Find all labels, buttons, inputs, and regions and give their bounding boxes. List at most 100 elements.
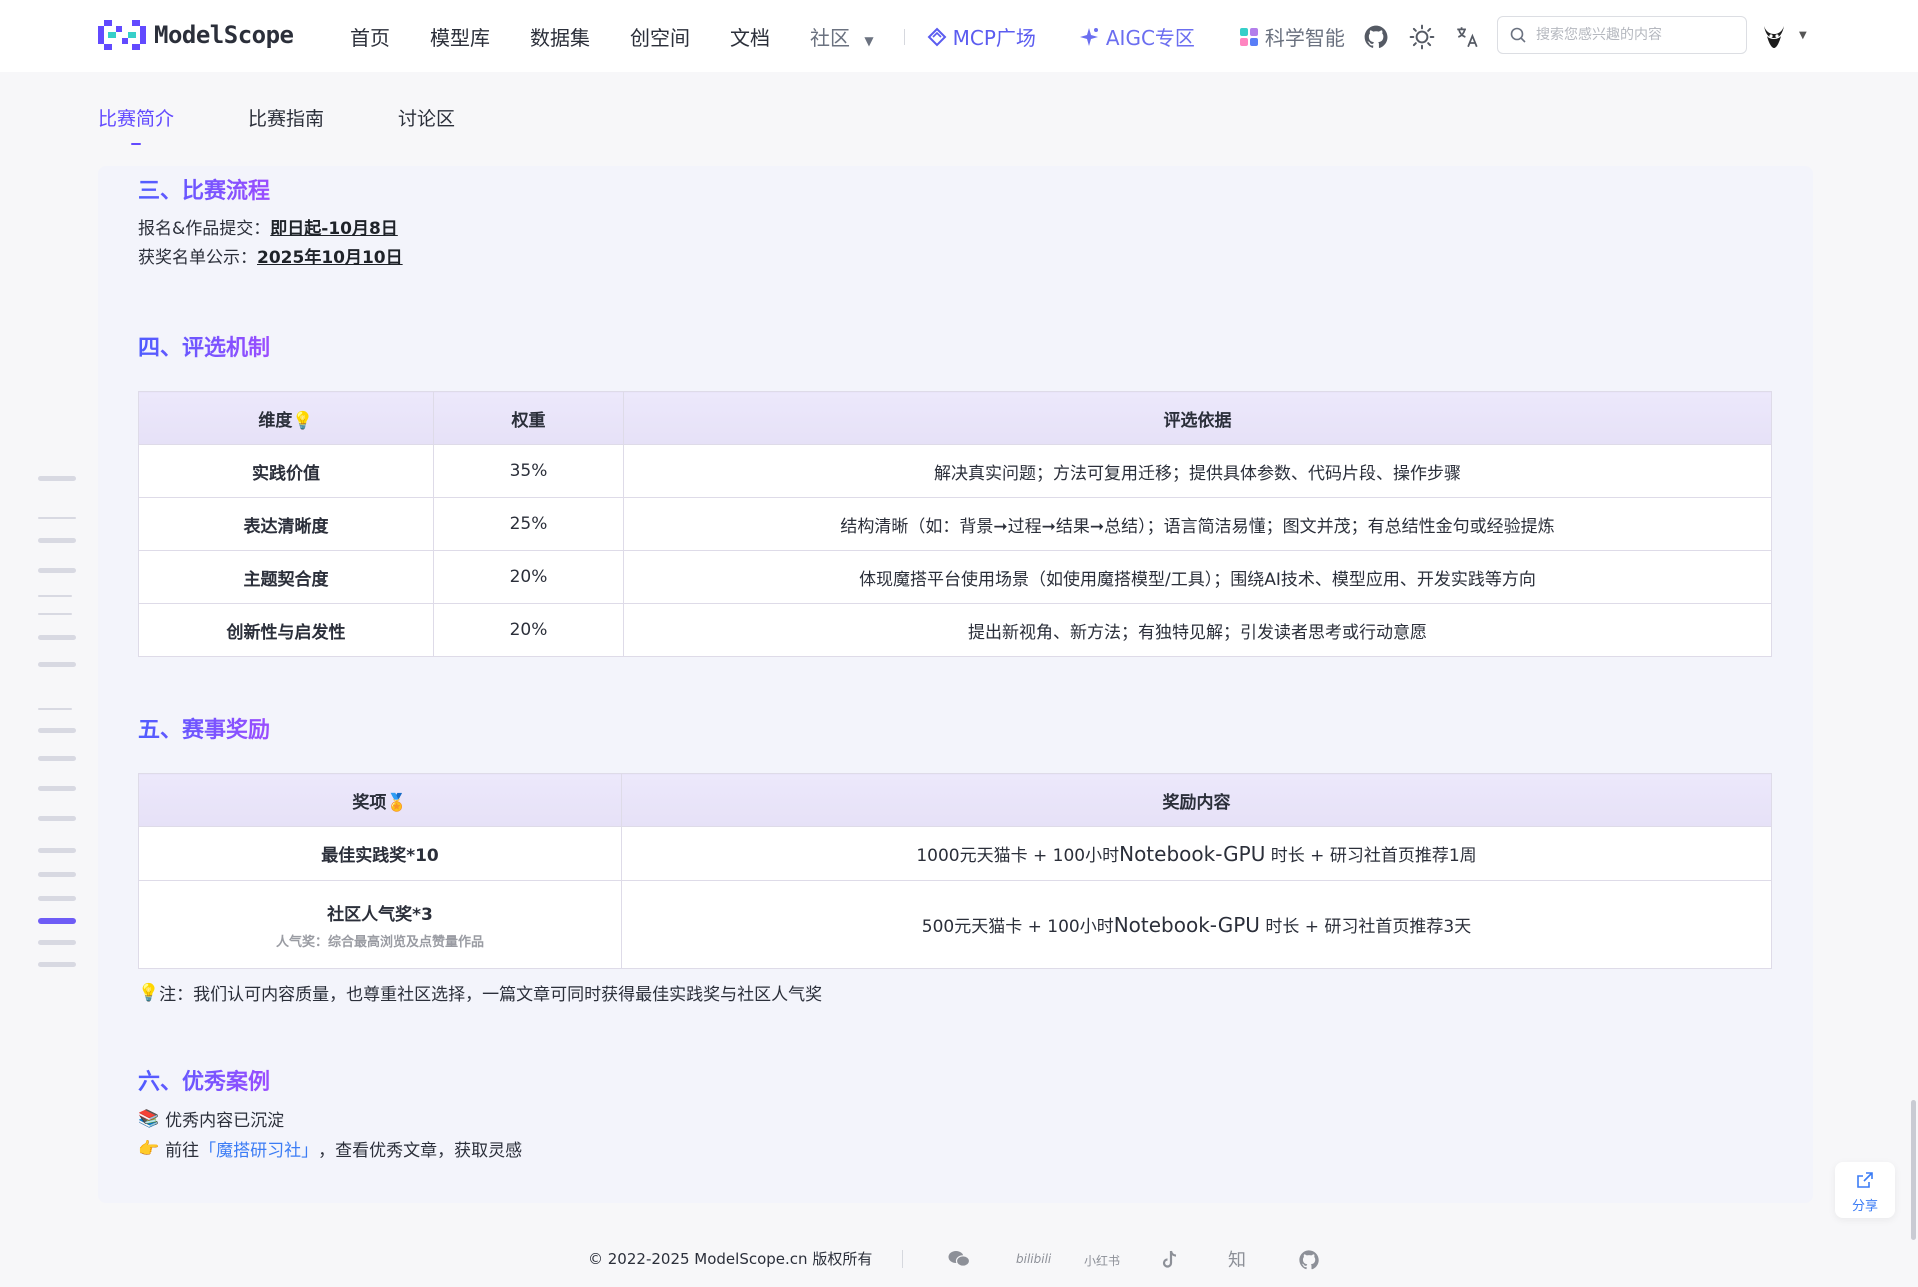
outline-item[interactable] (38, 517, 76, 519)
xiaohongshu-icon[interactable]: 小红书 (1084, 1252, 1120, 1269)
showcase-text: 优秀内容已沉淀 (165, 1111, 285, 1131)
outline-item[interactable] (38, 708, 72, 710)
competition-tabs: 比赛简介 比赛指南 讨论区 (98, 104, 529, 145)
outline-item[interactable] (38, 786, 76, 791)
copyright-text: © 2022-2025 ModelScope.cn 版权所有 (588, 1250, 873, 1268)
tab-discussion[interactable]: 讨论区 (398, 104, 455, 131)
award-content-suffix: 时长 + 研习社首页推荐1周 (1265, 846, 1477, 866)
process-label: 获奖名单公示： (138, 248, 257, 268)
github-footer-icon[interactable] (1298, 1249, 1320, 1271)
nav-aigc[interactable]: AIGC专区 (1079, 22, 1195, 51)
outline-item[interactable] (38, 595, 72, 597)
logo-text: ModelScope (154, 21, 294, 49)
table-cell: 主题契合度 (138, 550, 434, 604)
table-row: 主题契合度 20% 体现魔搭平台使用场景（如使用魔搭模型/工具）；围绕AI技术、… (138, 550, 1772, 604)
nav-studios[interactable]: 创空间 (630, 22, 690, 51)
footer-divider (902, 1250, 903, 1268)
showcase-line-1: 📚 优秀内容已沉淀 (138, 1106, 285, 1132)
table-header: 评选依据 (623, 391, 1772, 445)
bilibili-icon[interactable]: bilibili (1016, 1252, 1051, 1266)
table-header-row: 奖项🏅 奖励内容 (138, 773, 1772, 827)
search-box[interactable] (1497, 16, 1747, 54)
language-switch-icon[interactable] (1454, 24, 1480, 50)
outline-item[interactable] (38, 872, 76, 877)
outline-item[interactable] (38, 728, 76, 733)
outline-item[interactable] (38, 613, 72, 615)
nav-mcp[interactable]: MCP广场 (927, 22, 1036, 51)
outline-item[interactable] (38, 538, 76, 543)
award-content-highlight: Notebook-GPU (1119, 842, 1266, 866)
outline-item[interactable] (38, 635, 76, 640)
awards-table: 奖项🏅 奖励内容 最佳实践奖*10 1000元天猫卡 + 100小时Notebo… (138, 773, 1772, 969)
share-label: 分享 (1851, 1199, 1878, 1214)
table-cell: 体现魔搭平台使用场景（如使用魔搭模型/工具）；围绕AI技术、模型应用、开发实践等… (623, 550, 1772, 604)
zhihu-icon[interactable]: 知 (1228, 1246, 1246, 1272)
nav-home[interactable]: 首页 (350, 22, 390, 51)
table-row: 实践价值 35% 解决真实问题；方法可复用迁移；提供具体参数、代码片段、操作步骤 (138, 444, 1772, 498)
table-cell: 解决真实问题；方法可复用迁移；提供具体参数、代码片段、操作步骤 (623, 444, 1772, 498)
tab-guide[interactable]: 比赛指南 (248, 104, 324, 131)
showcase-prefix: 前往 (165, 1141, 200, 1161)
outline-item[interactable] (38, 848, 76, 853)
top-navbar: ModelScope 首页 模型库 数据集 创空间 文档 社区 ▼ MCP广场 … (0, 0, 1918, 72)
page-scrollbar[interactable] (1911, 1100, 1916, 1240)
table-cell: 20% (433, 550, 624, 604)
modelscope-logo-icon (98, 20, 146, 50)
user-menu-caret-icon[interactable]: ▼ (1799, 30, 1807, 41)
search-input[interactable] (1534, 26, 1738, 44)
table-cell: 结构清晰（如：背景➞过程➞结果➞总结）；语言简洁易懂；图文并茂；有总结性金句或经… (623, 497, 1772, 551)
main-nav: 首页 模型库 数据集 创空间 文档 社区 ▼ MCP广场 AIGC专区 科学智能 (350, 22, 1389, 51)
table-row: 最佳实践奖*10 1000元天猫卡 + 100小时Notebook-GPU 时长… (138, 826, 1772, 881)
sparkle-icon (1079, 27, 1098, 46)
nav-community[interactable]: 社区 ▼ (810, 22, 874, 51)
table-cell: 35% (433, 444, 624, 498)
table-cell: 最佳实践奖*10 (138, 826, 622, 881)
table-row: 表达清晰度 25% 结构清晰（如：背景➞过程➞结果➞总结）；语言简洁易懂；图文并… (138, 497, 1772, 551)
content-card: 三、比赛流程 报名&作品提交：即日起-10月8日 获奖名单公示：2025年10月… (98, 166, 1813, 1203)
process-row-announce: 获奖名单公示：2025年10月10日 (138, 244, 403, 273)
user-avatar[interactable] (1760, 22, 1788, 50)
nav-aigc-label: AIGC专区 (1105, 26, 1195, 50)
outline-item[interactable] (38, 568, 76, 573)
logo[interactable]: ModelScope (98, 20, 294, 50)
outline-item[interactable] (38, 962, 76, 967)
table-cell: 表达清晰度 (138, 497, 434, 551)
award-name: 最佳实践奖*10 (321, 846, 439, 866)
share-external-icon (1857, 1172, 1873, 1188)
outline-item[interactable] (38, 940, 76, 945)
nav-science[interactable]: 科学智能 (1239, 22, 1345, 51)
nav-docs[interactable]: 文档 (730, 22, 770, 51)
nav-datasets[interactable]: 数据集 (530, 22, 590, 51)
award-content-highlight: Notebook-GPU (1113, 913, 1260, 937)
award-content-prefix: 500元天猫卡 + 100小时 (921, 917, 1114, 937)
table-cell: 社区人气奖*3 人气奖：综合最高浏览及点赞量作品 (138, 880, 622, 969)
nav-mcp-label: MCP广场 (952, 26, 1036, 50)
section-title-showcase: 六、优秀案例 (138, 1064, 270, 1096)
study-club-link[interactable]: 「魔搭研习社」 (199, 1136, 318, 1161)
table-cell: 实践价值 (138, 444, 434, 498)
outline-item[interactable] (38, 896, 76, 901)
table-cell: 提出新视角、新方法；有独特见解；引发读者思考或行动意愿 (623, 603, 1772, 657)
outline-item-active[interactable] (38, 918, 76, 924)
award-content-prefix: 1000元天猫卡 + 100小时 (916, 846, 1120, 866)
footer: © 2022-2025 ModelScope.cn 版权所有 bilibili … (0, 1240, 1918, 1280)
table-header: 维度💡 (138, 391, 434, 445)
tiktok-icon[interactable] (1161, 1250, 1179, 1270)
outline-item[interactable] (38, 476, 76, 481)
outline-item[interactable] (38, 662, 76, 667)
table-cell: 500元天猫卡 + 100小时Notebook-GPU 时长 + 研习社首页推荐… (621, 880, 1772, 969)
tab-overview[interactable]: 比赛简介 (98, 104, 174, 145)
wechat-icon[interactable] (948, 1250, 970, 1268)
theme-sun-icon[interactable] (1409, 24, 1435, 50)
outline-item[interactable] (38, 816, 76, 821)
nav-community-label: 社区 (810, 26, 850, 50)
outline-item[interactable] (38, 756, 76, 761)
github-icon[interactable] (1363, 24, 1389, 50)
nav-models[interactable]: 模型库 (430, 22, 490, 51)
share-button[interactable]: 分享 (1835, 1162, 1895, 1218)
nav-science-label: 科学智能 (1264, 26, 1345, 50)
section-title-judging: 四、评选机制 (138, 330, 270, 362)
books-icon: 📚 (138, 1108, 160, 1129)
lightbulb-icon: 💡 (138, 982, 160, 1003)
table-cell: 创新性与启发性 (138, 603, 434, 657)
